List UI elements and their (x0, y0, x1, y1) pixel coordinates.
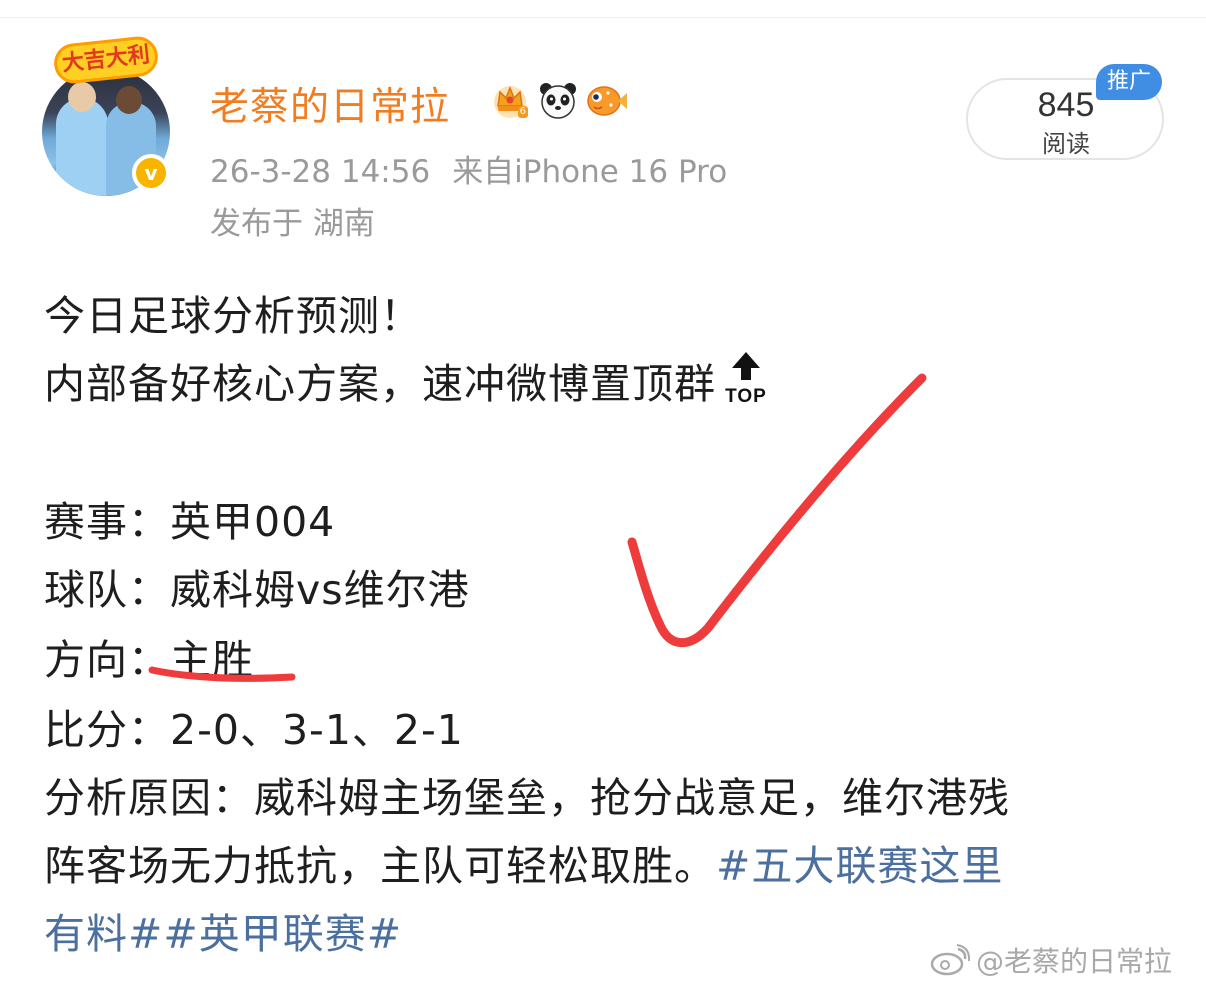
post-line-intro: 今日足球分析预测！ (44, 292, 422, 340)
direction-value: 主胜 (170, 636, 254, 684)
post-line-hashtags: 有料##英甲联赛# (44, 900, 402, 960)
post-location: 发布于 湖南 (210, 206, 375, 242)
user-badges: 6 (488, 78, 628, 122)
top-divider (0, 17, 1206, 18)
post-meta: 26-3-28 14:56 来自iPhone 16 Pro (210, 146, 727, 191)
hashtag-five-leagues[interactable]: #五大联赛这里 (716, 842, 1003, 890)
direction-label: 方向： (44, 636, 170, 684)
panda-icon[interactable] (536, 78, 580, 122)
verified-icon: v (132, 154, 170, 192)
reason-text: 阵客场无力抵抗，主队可轻松取胜。 (44, 842, 716, 890)
crown-level-icon[interactable]: 6 (488, 78, 532, 122)
post-line-group: 内部备好核心方案，速冲微博置顶群 TOP (44, 350, 770, 420)
post-line-direction: 方向：主胜 (44, 626, 254, 686)
hashtag-league-one[interactable]: #英甲联赛# (163, 910, 402, 958)
teams-value: 威科姆vs维尔港 (170, 566, 470, 614)
avatar-container[interactable]: 大吉大利 v (40, 34, 172, 196)
score-value: 2-0、3-1、2-1 (170, 706, 464, 754)
post-line-match: 赛事：英甲004 (44, 488, 335, 548)
level-number: 6 (517, 106, 528, 118)
teams-label: 球队： (44, 566, 170, 614)
post-line-reason-1: 分析原因：威科姆主场堡垒，抢分战意足，维尔港残 (44, 774, 1010, 822)
pufferfish-icon[interactable] (584, 78, 628, 122)
avatar-frame-badge: 大吉大利 (52, 34, 160, 86)
post-timestamp: 26-3-28 14:56 (210, 154, 431, 190)
top-sticker-label: TOP (725, 386, 767, 406)
match-value: 英甲004 (170, 498, 336, 546)
watermark-text: @老蔡的日常拉 (976, 945, 1173, 978)
post-line-score: 比分：2-0、3-1、2-1 (44, 696, 464, 756)
watermark: @老蔡的日常拉 (930, 940, 1172, 980)
post-line-group-text: 内部备好核心方案，速冲微博置顶群 (44, 360, 716, 408)
post-line-reason-2: 阵客场无力抵抗，主队可轻松取胜。#五大联赛这里 (44, 832, 1003, 892)
post-line-teams: 球队：威科姆vs维尔港 (44, 556, 470, 616)
promo-tag[interactable]: 推广 (1096, 64, 1162, 100)
top-arrow-icon: TOP (722, 350, 770, 416)
post-source[interactable]: 来自iPhone 16 Pro (452, 154, 727, 190)
match-label: 赛事： (44, 498, 170, 546)
read-label: 阅读 (1042, 130, 1090, 158)
score-label: 比分： (44, 706, 170, 754)
hashtag-five-leagues-cont[interactable]: 有料# (44, 910, 163, 958)
weibo-logo-icon (930, 944, 970, 976)
username[interactable]: 老蔡的日常拉 (210, 76, 450, 132)
